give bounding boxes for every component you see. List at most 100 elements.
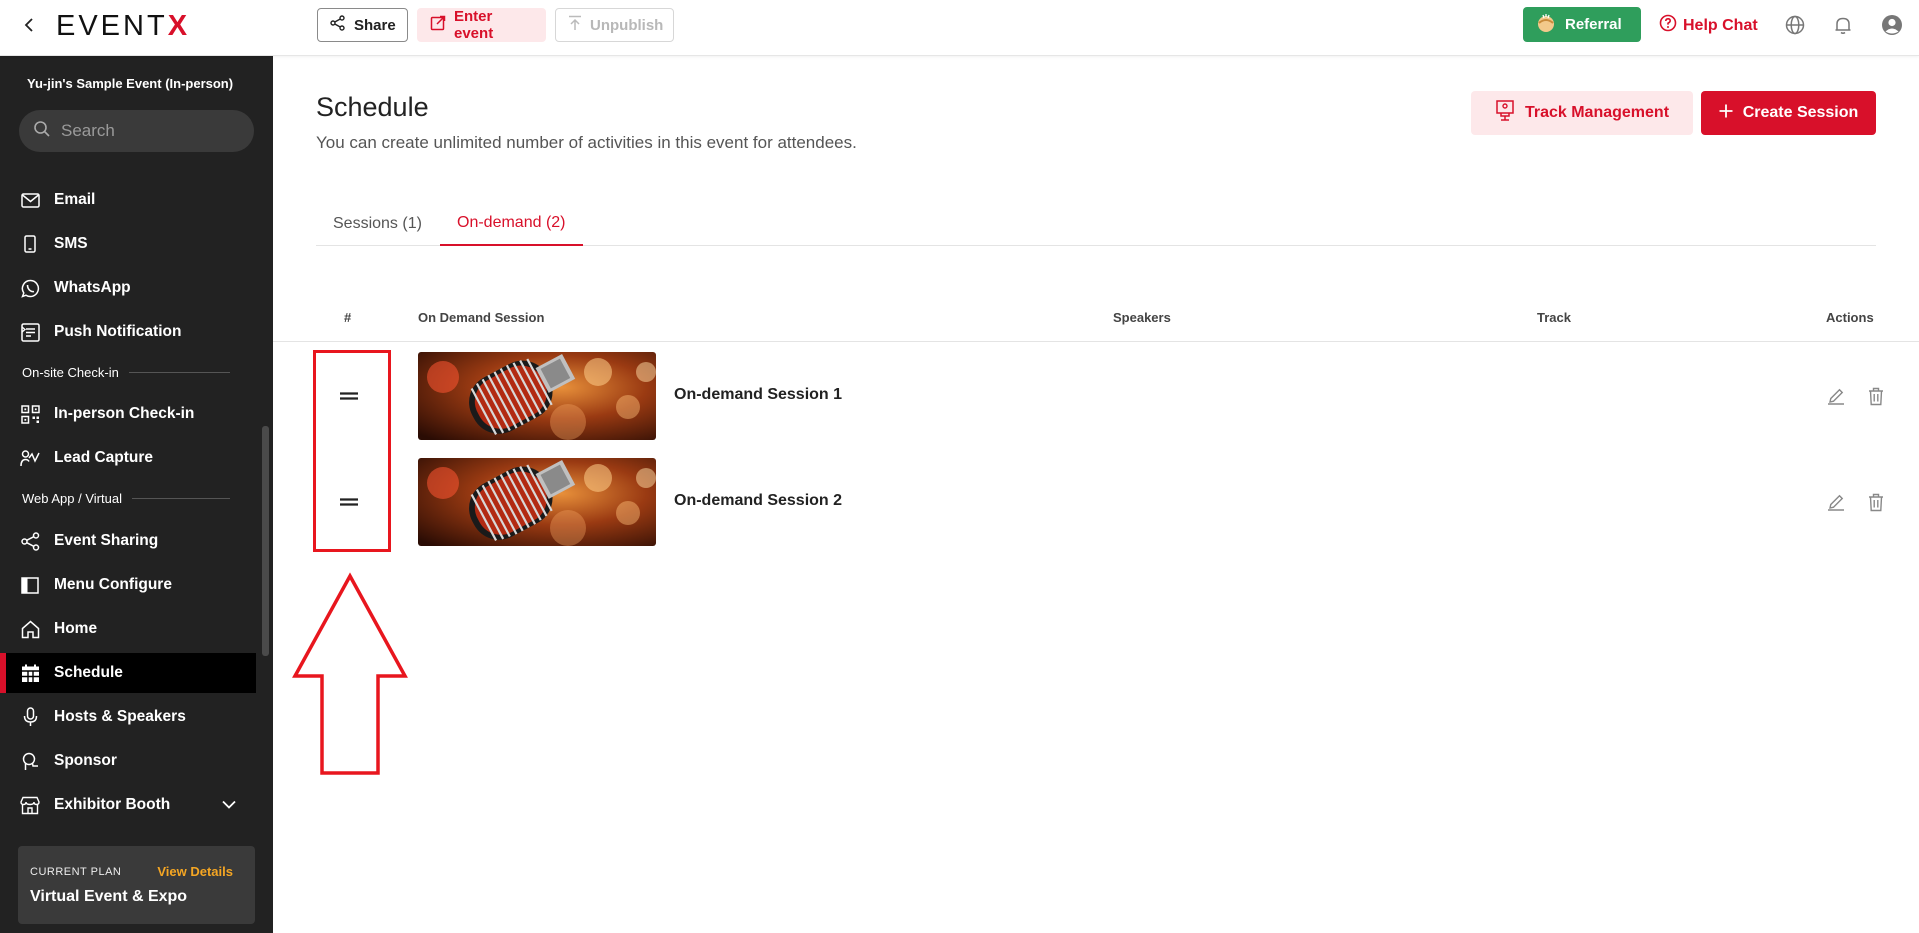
sidebar-item-label: Menu Configure bbox=[54, 576, 172, 593]
eventx-logo[interactable]: EVENTX bbox=[56, 10, 190, 43]
session-thumbnail bbox=[418, 352, 656, 440]
microphone-icon bbox=[20, 707, 40, 727]
sidebar-item-label: Email bbox=[54, 191, 96, 208]
help-chat-link[interactable]: Help Chat bbox=[1659, 14, 1758, 37]
section-divider bbox=[131, 498, 230, 499]
share-button[interactable]: Share bbox=[317, 8, 408, 42]
create-session-button[interactable]: Create Session bbox=[1701, 91, 1876, 135]
tab-sessions[interactable]: Sessions (1) bbox=[316, 201, 439, 246]
sponsor-icon bbox=[20, 751, 40, 771]
tab-on-demand[interactable]: On-demand (2) bbox=[440, 201, 583, 246]
page-title: Schedule bbox=[316, 92, 429, 122]
sidebar: Yu-jin's Sample Event (In-person) Email … bbox=[0, 56, 273, 933]
edit-pencil-icon[interactable] bbox=[1824, 490, 1848, 514]
page-subtitle: You can create unlimited number of activ… bbox=[316, 133, 857, 152]
sidebar-item-event-sharing[interactable]: Event Sharing bbox=[0, 521, 256, 561]
sidebar-item-sms[interactable]: SMS bbox=[0, 224, 256, 264]
sidebar-item-label: WhatsApp bbox=[54, 279, 131, 296]
referral-button[interactable]: Referral bbox=[1523, 7, 1641, 42]
track-management-label: Track Management bbox=[1524, 104, 1670, 121]
plus-icon bbox=[1719, 104, 1733, 123]
presentation-icon bbox=[1495, 99, 1515, 127]
sidebar-item-menu-configure[interactable]: Menu Configure bbox=[0, 565, 256, 605]
sidebar-search[interactable] bbox=[19, 110, 254, 152]
back-arrow-icon[interactable] bbox=[18, 14, 40, 36]
session-title[interactable]: On-demand Session 2 bbox=[674, 492, 842, 510]
sidebar-item-sponsor[interactable]: Sponsor bbox=[0, 741, 256, 781]
section-web-app-virtual: Web App / Virtual bbox=[22, 491, 230, 506]
user-avatar-icon[interactable] bbox=[1880, 13, 1904, 37]
sidebar-item-in-person-checkin[interactable]: In-person Check-in bbox=[0, 394, 256, 434]
session-thumbnail bbox=[418, 458, 656, 546]
whatsapp-icon bbox=[20, 278, 40, 298]
phone-icon bbox=[20, 234, 40, 254]
sidebar-item-home[interactable]: Home bbox=[0, 609, 256, 649]
globe-icon[interactable] bbox=[1783, 13, 1807, 37]
sidebar-item-label: Sponsor bbox=[54, 752, 117, 769]
sidebar-item-label: Lead Capture bbox=[54, 449, 154, 466]
table-row: On-demand Session 2 bbox=[273, 457, 1919, 547]
plan-name: Virtual Event & Expo bbox=[30, 888, 188, 905]
unpublish-button[interactable]: Unpublish bbox=[555, 8, 674, 42]
session-title[interactable]: On-demand Session 1 bbox=[674, 386, 842, 404]
sidebar-item-email[interactable]: Email bbox=[0, 180, 256, 220]
column-header-index: # bbox=[344, 310, 352, 325]
bell-icon[interactable] bbox=[1831, 13, 1855, 37]
store-icon bbox=[20, 795, 40, 815]
sidebar-item-label: Push Notification bbox=[54, 323, 182, 340]
edit-pencil-icon[interactable] bbox=[1824, 384, 1848, 408]
unpublish-label: Unpublish bbox=[590, 16, 664, 34]
sidebar-item-label: Home bbox=[54, 620, 98, 637]
table-row: On-demand Session 1 bbox=[273, 352, 1919, 442]
column-header-speakers: Speakers bbox=[1113, 310, 1171, 325]
chevron-down-icon[interactable] bbox=[222, 796, 236, 814]
sidebar-scrollbar[interactable] bbox=[262, 426, 269, 656]
sidebar-item-push-notification[interactable]: Push Notification bbox=[0, 312, 256, 352]
logo-text: EVENT bbox=[56, 10, 168, 42]
upload-icon bbox=[568, 15, 582, 35]
qr-code-icon bbox=[20, 404, 40, 424]
enter-event-button[interactable]: Enter event bbox=[417, 8, 546, 42]
sidebar-item-label: Event Sharing bbox=[54, 532, 159, 549]
track-management-button[interactable]: Track Management bbox=[1471, 91, 1693, 135]
push-notification-icon bbox=[20, 322, 40, 342]
create-session-label: Create Session bbox=[1742, 104, 1859, 121]
sidebar-item-schedule[interactable]: Schedule bbox=[0, 653, 256, 693]
column-header-track: Track bbox=[1537, 310, 1571, 325]
handshake-icon bbox=[1535, 13, 1557, 37]
schedule-tabs: Sessions (1) On-demand (2) bbox=[316, 201, 1876, 246]
sidebar-item-exhibitor-booth[interactable]: Exhibitor Booth bbox=[0, 785, 256, 825]
delete-trash-icon[interactable] bbox=[1864, 490, 1888, 514]
table-header-divider bbox=[273, 341, 1919, 342]
sidebar-item-hosts-speakers[interactable]: Hosts & Speakers bbox=[0, 697, 256, 737]
calendar-icon bbox=[20, 663, 40, 683]
help-chat-label: Help Chat bbox=[1683, 16, 1758, 34]
sidebar-item-lead-capture[interactable]: Lead Capture bbox=[0, 438, 256, 478]
section-label: Web App / Virtual bbox=[22, 491, 122, 506]
enter-event-label: Enter event bbox=[454, 8, 494, 42]
search-icon bbox=[33, 120, 51, 143]
annotation-up-arrow-icon bbox=[290, 572, 410, 782]
section-onsite-checkin: On-site Check-in bbox=[22, 365, 230, 380]
search-input[interactable] bbox=[61, 121, 241, 141]
event-name[interactable]: Yu-jin's Sample Event (In-person) bbox=[27, 76, 252, 91]
mail-icon bbox=[20, 190, 40, 210]
lead-capture-icon bbox=[20, 448, 40, 468]
view-details-link[interactable]: View Details bbox=[157, 864, 233, 879]
sidebar-item-whatsapp[interactable]: WhatsApp bbox=[0, 268, 256, 308]
section-label: On-site Check-in bbox=[22, 365, 119, 380]
share-icon bbox=[330, 15, 346, 35]
sidebar-item-label: Hosts & Speakers bbox=[54, 708, 186, 725]
external-link-icon bbox=[430, 15, 446, 35]
share-icon bbox=[20, 531, 40, 551]
share-label: Share bbox=[354, 16, 396, 34]
sidebar-item-label: In-person Check-in bbox=[54, 405, 195, 422]
column-header-actions: Actions bbox=[1826, 310, 1874, 325]
plan-label: CURRENT PLAN bbox=[30, 866, 122, 878]
sidebar-item-label: Schedule bbox=[54, 664, 123, 681]
delete-trash-icon[interactable] bbox=[1864, 384, 1888, 408]
column-header-session: On Demand Session bbox=[418, 310, 545, 325]
current-plan-card: CURRENT PLAN View Details Virtual Event … bbox=[18, 846, 255, 924]
top-bar: EVENTX Share Enter event Unpublish Refer… bbox=[0, 0, 1919, 56]
highlight-box-drag-handles bbox=[313, 350, 391, 552]
